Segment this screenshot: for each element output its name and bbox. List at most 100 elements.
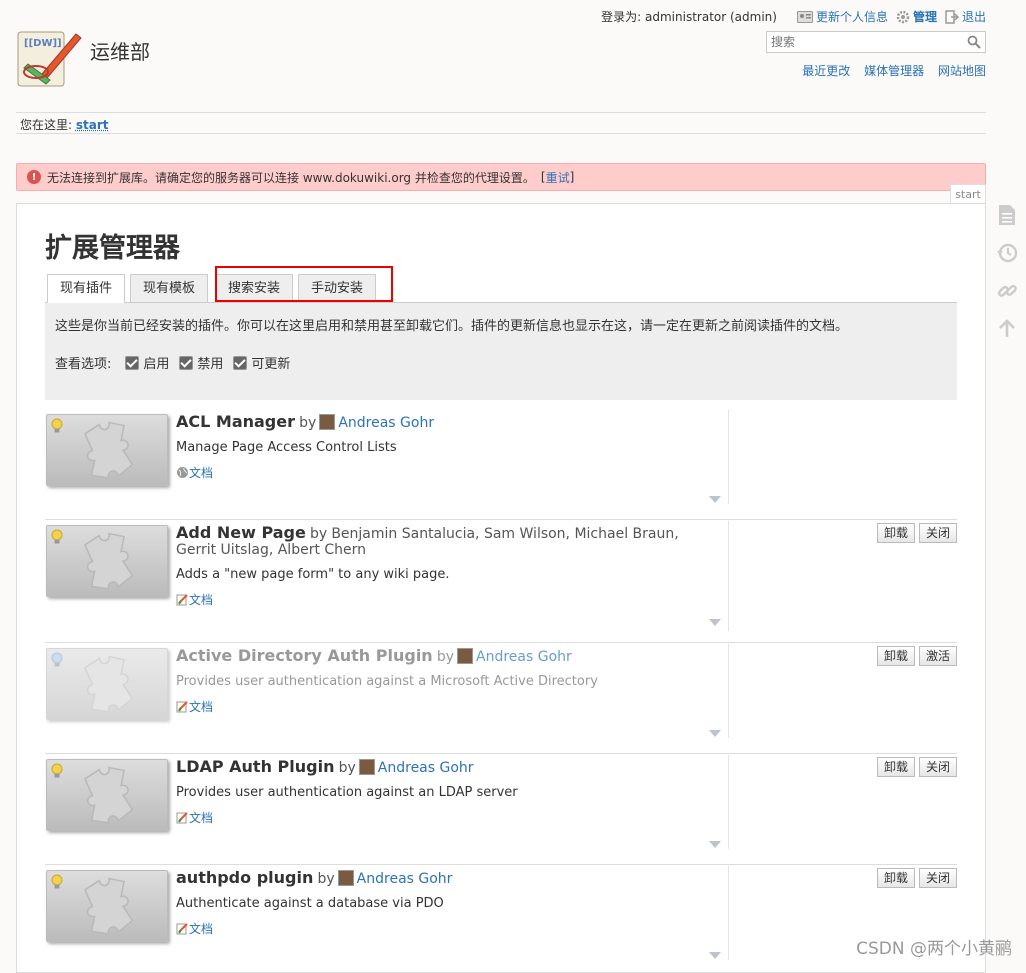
admin-link-label[interactable]: 管理	[913, 8, 937, 25]
admin-link[interactable]: 管理	[896, 8, 937, 25]
plugin-author-link[interactable]: Andreas Gohr	[338, 415, 434, 431]
plugin-info: ACL Manager by Andreas Gohr Manage Page Ac…	[176, 412, 716, 481]
expand-details-icon[interactable]	[709, 730, 721, 737]
uninstall-button[interactable]: 卸载	[877, 757, 915, 777]
expand-details-icon[interactable]	[709, 841, 721, 848]
checkbox-checked-icon[interactable]	[233, 356, 247, 370]
filter-enabled-label[interactable]: 启用	[143, 353, 169, 372]
uninstall-button[interactable]: 卸载	[877, 868, 915, 888]
media-manager-link[interactable]: 媒体管理器	[864, 64, 924, 78]
plugin-info: LDAP Auth Plugin by Andreas Gohr Provides …	[176, 757, 716, 826]
plugin-info: Add New Page by Benjamin Santalucia, Sam…	[176, 523, 716, 608]
puzzle-piece-icon	[75, 530, 145, 594]
plugin-actions: 卸载 关闭	[873, 868, 957, 888]
site-title[interactable]: 运维部	[90, 36, 150, 65]
tab-installed-plugins[interactable]: 现有插件	[47, 274, 125, 303]
tab-installed-templates[interactable]: 现有模板	[130, 274, 208, 302]
recent-changes-link[interactable]: 最近更改	[802, 64, 850, 78]
breadcrumb-start-link[interactable]: start	[76, 118, 109, 132]
plugin-doc-label[interactable]: 文档	[189, 809, 213, 826]
page-content: 扩展管理器 现有插件 现有模板 搜索安装 手动安装 这些是你当前已经安装的插件。…	[16, 203, 986, 973]
plugin-screenshot[interactable]	[46, 525, 168, 597]
enable-button[interactable]: 激活	[919, 646, 957, 666]
plugin-by: by	[437, 649, 454, 665]
filter-disabled-checkbox[interactable]: 禁用	[179, 353, 223, 372]
plugin-name: LDAP Auth Plugin	[176, 757, 334, 776]
uninstall-button[interactable]: 卸载	[877, 646, 915, 666]
sitemap-link[interactable]: 网站地图	[938, 64, 986, 78]
error-text: 无法连接到扩展库。请确定您的服务器可以连接 www.dokuwiki.org 并…	[47, 169, 535, 186]
search-icon[interactable]	[967, 35, 981, 49]
plugin-row: Active Directory Auth Plugin by Andreas G…	[45, 644, 957, 754]
tab-panel: 这些是你当前已经安装的插件。你可以在这里启用和禁用甚至卸载它们。插件的更新信息也…	[45, 302, 957, 400]
plugin-screenshot[interactable]	[46, 414, 168, 486]
plugin-doc-link[interactable]: 文档	[176, 698, 716, 715]
edit-doc-icon	[176, 922, 189, 935]
plugin-doc-label[interactable]: 文档	[189, 464, 213, 481]
history-icon[interactable]	[990, 234, 1024, 272]
plugin-doc-label[interactable]: 文档	[189, 920, 213, 937]
plugin-description: Provides user authentication against a M…	[176, 674, 716, 689]
plugin-by: by	[310, 526, 327, 542]
search-input[interactable]	[767, 32, 965, 52]
plugin-screenshot[interactable]	[46, 648, 168, 720]
uninstall-button[interactable]: 卸载	[877, 523, 915, 543]
plugin-doc-label[interactable]: 文档	[189, 698, 213, 715]
show-page-icon[interactable]	[990, 196, 1024, 234]
backlinks-icon[interactable]	[990, 272, 1024, 310]
plugin-by: by	[339, 760, 356, 776]
lightbulb-icon	[51, 763, 63, 783]
plugin-doc-link[interactable]: 文档	[176, 809, 716, 826]
plugin-author-link[interactable]: Andreas Gohr	[476, 649, 572, 665]
disable-button[interactable]: 关闭	[919, 868, 957, 888]
login-status: 登录为: administrator (admin)	[601, 8, 777, 25]
plugin-list: ACL Manager by Andreas Gohr Manage Page Ac…	[45, 410, 957, 973]
filters-label: 查看选项:	[55, 353, 111, 372]
filter-disabled-label[interactable]: 禁用	[197, 353, 223, 372]
plugin-screenshot[interactable]	[46, 870, 168, 942]
tab-search-install[interactable]: 搜索安装	[215, 274, 293, 302]
retry-link[interactable]: 重试	[546, 169, 570, 186]
plugin-doc-link[interactable]: 文档	[176, 464, 716, 481]
watermark: CSDN @两个小黄鹂	[856, 934, 1012, 959]
logout-link[interactable]: 退出	[945, 8, 986, 25]
tab-manual-install[interactable]: 手动安装	[298, 274, 376, 302]
plugin-doc-label[interactable]: 文档	[189, 591, 213, 608]
plugin-description: Adds a "new page form" to any wiki page.	[176, 567, 716, 582]
disable-button[interactable]: 关闭	[919, 523, 957, 543]
plugin-actions: 卸载 关闭	[873, 523, 957, 543]
plugin-description: Manage Page Access Control Lists	[176, 440, 716, 455]
filter-updatable-label[interactable]: 可更新	[251, 353, 290, 372]
filter-updatable-checkbox[interactable]: 可更新	[233, 353, 290, 372]
expand-details-icon[interactable]	[709, 619, 721, 626]
author-avatar	[359, 759, 375, 775]
profile-link[interactable]: 更新个人信息	[797, 8, 888, 25]
gear-icon	[896, 10, 910, 24]
filter-enabled-checkbox[interactable]: 启用	[125, 353, 169, 372]
logout-icon	[945, 10, 959, 24]
expand-details-icon[interactable]	[709, 496, 721, 503]
checkbox-checked-icon[interactable]	[179, 356, 193, 370]
back-to-top-icon[interactable]	[990, 310, 1024, 348]
view-filters: 查看选项: 启用 禁用 可更新	[55, 353, 290, 372]
plugin-author-link[interactable]: Andreas Gohr	[357, 871, 453, 887]
logout-link-label[interactable]: 退出	[962, 8, 986, 25]
error-icon: !	[27, 170, 41, 184]
plugin-author-link[interactable]: Andreas Gohr	[378, 760, 474, 776]
profile-link-label[interactable]: 更新个人信息	[816, 8, 888, 25]
retry-bracket-close: ]	[570, 170, 575, 184]
dokuwiki-logo[interactable]: [[DW]]	[14, 24, 84, 94]
search-box	[766, 31, 986, 53]
plugin-doc-link[interactable]: 文档	[176, 591, 716, 608]
expand-details-icon[interactable]	[709, 952, 721, 959]
plugin-doc-link[interactable]: 文档	[176, 920, 716, 937]
edit-doc-icon	[176, 700, 189, 713]
author-avatar	[319, 414, 335, 430]
plugin-actions: 卸载 关闭	[873, 757, 957, 777]
plugin-info: Active Directory Auth Plugin by Andreas G…	[176, 646, 716, 715]
divider	[728, 644, 729, 738]
disable-button[interactable]: 关闭	[919, 757, 957, 777]
checkbox-checked-icon[interactable]	[125, 356, 139, 370]
plugin-screenshot[interactable]	[46, 759, 168, 831]
author-avatar	[338, 870, 354, 886]
